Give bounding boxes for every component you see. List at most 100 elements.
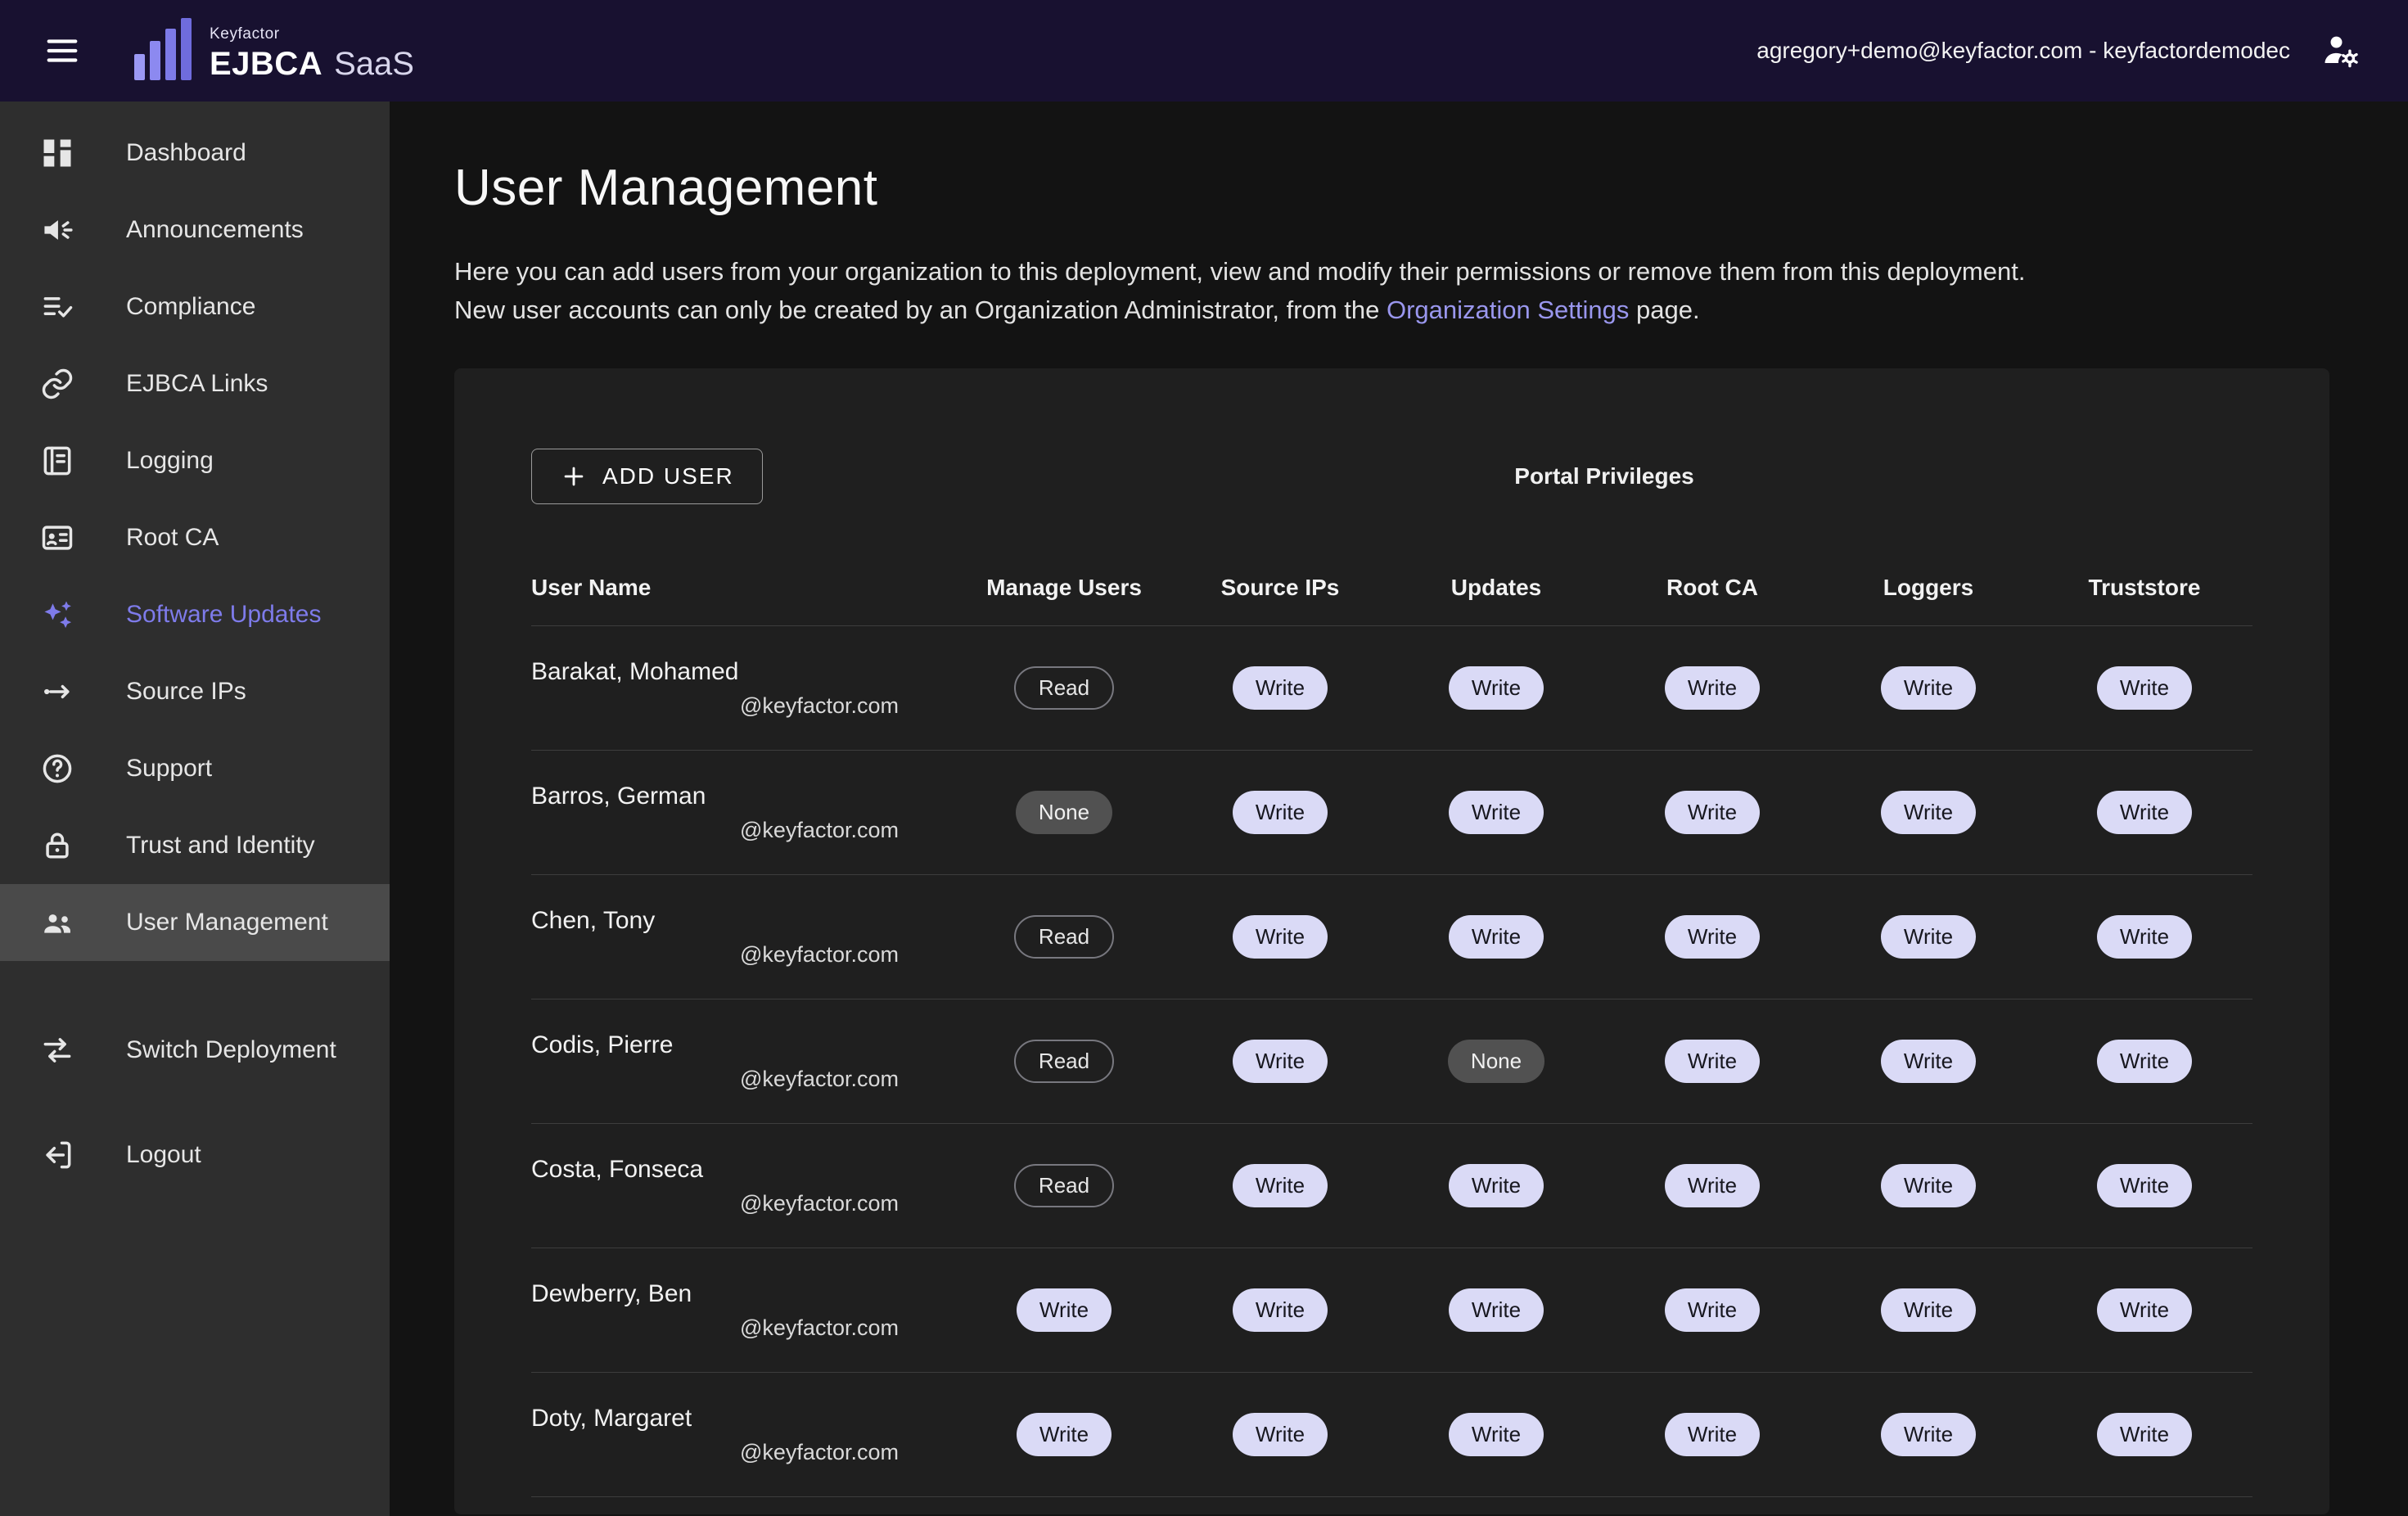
sidebar-item-logging[interactable]: Logging [0,422,390,499]
privilege-pill[interactable]: Write [1233,915,1328,959]
description-line1: Here you can add users from your organiz… [454,253,2408,291]
privilege-pill[interactable]: Write [1881,1413,1976,1456]
privilege-pill[interactable]: Write [1017,1413,1112,1456]
privilege-pill[interactable]: Read [1014,666,1114,710]
privilege-pill[interactable]: Write [1449,1288,1544,1332]
privilege-pill[interactable]: Write [1881,791,1976,834]
privilege-pill[interactable]: Read [1014,1164,1114,1207]
privilege-cell: Write [1172,915,1388,959]
privilege-pill[interactable]: Write [2097,791,2192,834]
software-updates-icon [39,597,75,633]
privilege-pill[interactable]: Write [1665,915,1760,959]
sidebar-item-label: Announcements [126,216,304,244]
sidebar-item-dashboard[interactable]: Dashboard [0,115,390,192]
privilege-pill[interactable]: Write [1881,1164,1976,1207]
privilege-cell: Write [2036,1413,2252,1456]
sidebar-item-root-ca[interactable]: Root CA [0,499,390,576]
sidebar-item-ejbca-links[interactable]: EJBCA Links [0,345,390,422]
sidebar-item-trust-and-identity[interactable]: Trust and Identity [0,807,390,884]
privilege-cell: Write [1604,1040,1820,1083]
source-ips-icon [39,674,75,710]
privilege-cell: Write [1388,791,1604,834]
page-description: Here you can add users from your organiz… [454,253,2408,329]
privilege-cell: Write [1820,915,2036,959]
lock-icon [39,828,75,864]
hamburger-menu-button[interactable] [36,25,88,77]
privilege-pill[interactable]: Write [1449,666,1544,710]
privilege-pill[interactable]: Write [1665,1040,1760,1083]
brand-company-name: Keyfactor [210,26,414,42]
privilege-cell: Write [1820,1040,2036,1083]
sidebar-item-label: Compliance [126,293,255,321]
add-user-button[interactable]: ADD USER [531,449,763,504]
privilege-pill[interactable]: None [1448,1040,1544,1083]
sidebar-item-logout[interactable]: Logout [0,1117,390,1193]
privilege-pill[interactable]: None [1016,791,1112,834]
sidebar-item-switch-deployment[interactable]: Switch Deployment [0,1012,390,1089]
privilege-pill[interactable]: Read [1014,915,1114,959]
sidebar-item-source-ips[interactable]: Source IPs [0,653,390,730]
privilege-cell: Write [1604,915,1820,959]
privilege-pill[interactable]: Write [1449,915,1544,959]
privilege-pill[interactable]: Write [1233,791,1328,834]
privilege-cell: Write [1172,1413,1388,1456]
logging-icon [39,443,75,479]
privilege-pill[interactable]: Write [1665,1413,1760,1456]
privilege-cell: Write [1820,1164,2036,1207]
user-email: @keyfactor.com [740,1067,956,1092]
privilege-pill[interactable]: Write [1881,915,1976,959]
sidebar-item-label: Logging [126,447,214,475]
privilege-pill[interactable]: Write [1017,1288,1112,1332]
table-row: Barakat, Mohamed@keyfactor.comReadWriteW… [531,626,2252,751]
table-row: Doty, Margaret@keyfactor.comWriteWriteWr… [531,1373,2252,1497]
privilege-pill[interactable]: Write [2097,1040,2192,1083]
privilege-pill[interactable]: Write [2097,915,2192,959]
privilege-cell: Write [1604,1288,1820,1332]
user-name: Costa, Fonseca [531,1156,956,1184]
privilege-pill[interactable]: Write [1881,666,1976,710]
switch-deployment-icon [39,1032,75,1068]
privilege-pill[interactable]: Write [1233,1288,1328,1332]
privilege-cell: Write [1820,791,2036,834]
privilege-pill[interactable]: Write [1449,1413,1544,1456]
privilege-pill[interactable]: Write [1233,1413,1328,1456]
sidebar-item-compliance[interactable]: Compliance [0,268,390,345]
privilege-cell: Write [2036,791,2252,834]
privilege-pill[interactable]: Read [1014,1040,1114,1083]
privilege-cell: Read [956,1164,1172,1207]
user-name: Barros, German [531,783,956,810]
privilege-pill[interactable]: Write [1233,1164,1328,1207]
privilege-pill[interactable]: Write [2097,666,2192,710]
privilege-pill[interactable]: Write [2097,1288,2192,1332]
organization-settings-link[interactable]: Organization Settings [1387,296,1629,324]
privilege-pill[interactable]: Write [1665,1288,1760,1332]
privilege-pill[interactable]: Write [1449,1164,1544,1207]
privilege-pill[interactable]: Write [1665,666,1760,710]
sidebar-item-label: Root CA [126,524,219,552]
privilege-pill[interactable]: Write [1449,791,1544,834]
privilege-pill[interactable]: Write [2097,1164,2192,1207]
manage-accounts-button[interactable] [2316,27,2364,74]
users-icon [39,905,75,941]
sidebar-item-announcements[interactable]: Announcements [0,192,390,268]
privilege-pill[interactable]: Write [2097,1413,2192,1456]
portal-privileges-label: Portal Privileges [956,463,2252,490]
privilege-pill[interactable]: Write [1665,791,1760,834]
keyfactor-logo-mark [134,18,192,83]
sidebar-item-label: Trust and Identity [126,832,315,860]
logout-icon [39,1137,75,1173]
privilege-pill[interactable]: Write [1233,1040,1328,1083]
table-row: Chen, Tony@keyfactor.comReadWriteWriteWr… [531,875,2252,999]
sidebar-item-software-updates[interactable]: Software Updates [0,576,390,653]
sidebar-item-user-management[interactable]: User Management [0,884,390,961]
sidebar-item-support[interactable]: Support [0,730,390,807]
column-header: Source IPs [1172,575,1388,601]
privilege-pill[interactable]: Write [1233,666,1328,710]
privilege-pill[interactable]: Write [1881,1288,1976,1332]
user-name: Doty, Margaret [531,1405,956,1433]
sidebar-item-label: Logout [126,1141,201,1169]
privilege-pill[interactable]: Write [1881,1040,1976,1083]
privilege-cell: Write [2036,1164,2252,1207]
privilege-pill[interactable]: Write [1665,1164,1760,1207]
sidebar-item-label: Dashboard [126,139,246,167]
